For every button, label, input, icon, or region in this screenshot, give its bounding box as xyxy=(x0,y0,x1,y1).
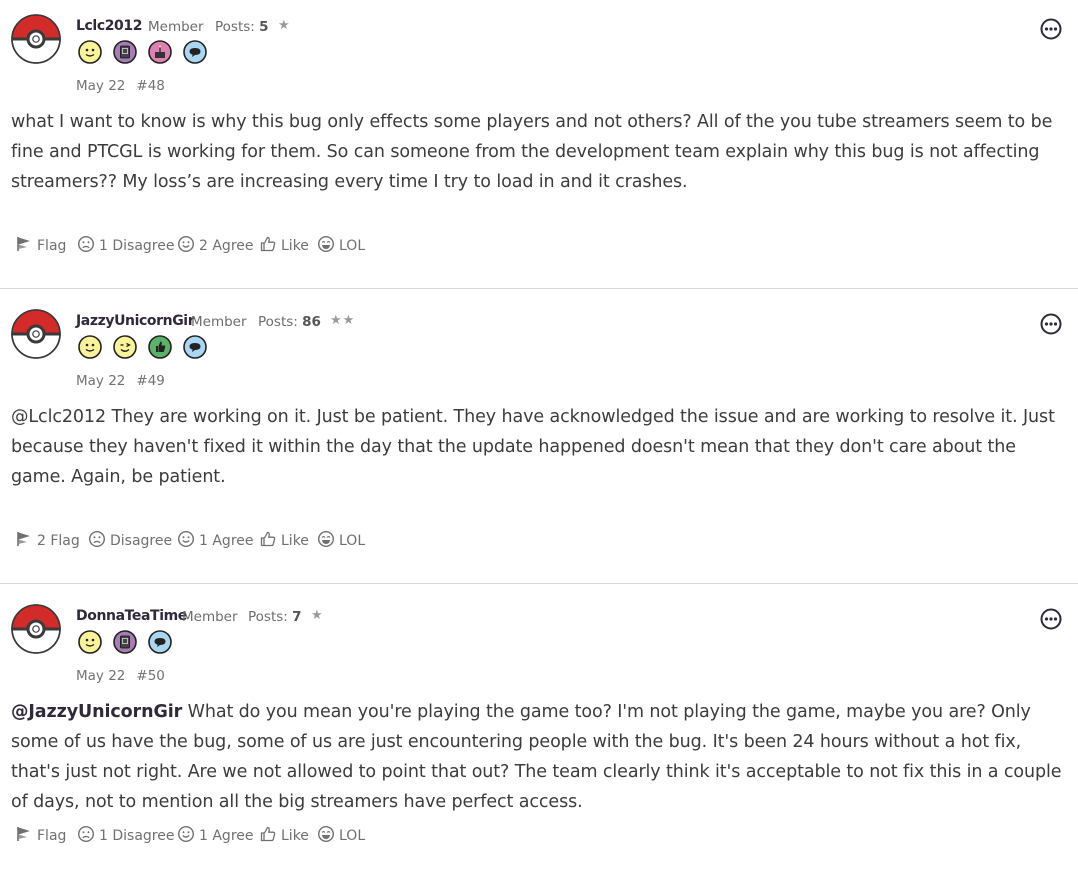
post-count: Posts: 7 xyxy=(248,609,302,625)
pokeball-avatar-icon[interactable] xyxy=(11,14,61,64)
cake-badge-icon[interactable] xyxy=(148,40,172,64)
smile-icon xyxy=(177,235,195,253)
post-body: what I want to know is why this bug only… xyxy=(11,112,1053,192)
book-badge-icon[interactable] xyxy=(113,630,137,654)
speech-badge-icon[interactable] xyxy=(183,335,207,359)
lol-button[interactable]: LOL xyxy=(317,825,365,844)
flag-icon xyxy=(15,825,33,843)
username[interactable]: DonnaTeaTime xyxy=(76,608,187,624)
smile-icon xyxy=(177,825,195,843)
post-date[interactable]: May 22 xyxy=(76,78,125,94)
post-number[interactable]: #49 xyxy=(136,373,165,389)
post-meta: May 22 #50 xyxy=(76,668,165,684)
smiley-badge-icon[interactable] xyxy=(78,40,102,64)
post-body: @Lclc2012 They are working on it. Just b… xyxy=(11,407,1055,487)
pokeball-avatar-icon[interactable] xyxy=(11,604,61,654)
post-meta: May 22 #49 xyxy=(76,373,165,389)
like-button[interactable]: Like xyxy=(259,235,309,254)
flag-button[interactable]: Flag xyxy=(15,825,66,844)
post-options-icon[interactable] xyxy=(1040,313,1062,335)
thumbs-up-icon xyxy=(259,530,277,548)
laugh-icon xyxy=(317,530,335,548)
flag-button[interactable]: Flag xyxy=(15,235,66,254)
smiley-badge-icon[interactable] xyxy=(78,630,102,654)
post-meta: May 22 #48 xyxy=(76,78,165,94)
frown-icon xyxy=(77,235,95,253)
thumbs-up-icon xyxy=(259,235,277,253)
forum-post: JazzyUnicornGir Member Posts: 86 ★★ May … xyxy=(0,295,1078,584)
frown-icon xyxy=(88,530,106,548)
lol-button[interactable]: LOL xyxy=(317,235,365,254)
post-body: @JazzyUnicornGir What do you mean you're… xyxy=(11,697,1071,817)
forum-post: DonnaTeaTime Member Posts: 7 ★ May 22 #50… xyxy=(0,590,1078,888)
agree-button[interactable]: 2 Agree xyxy=(177,235,254,254)
post-number[interactable]: #50 xyxy=(136,668,165,684)
flag-icon xyxy=(15,235,33,253)
post-date[interactable]: May 22 xyxy=(76,373,125,389)
smiley-badge-icon[interactable] xyxy=(78,335,102,359)
disagree-button[interactable]: 1 Disagree xyxy=(77,235,174,254)
username[interactable]: Lclc2012 xyxy=(76,18,142,34)
user-role: Member xyxy=(148,19,204,35)
agree-button[interactable]: 1 Agree xyxy=(177,825,254,844)
post-count: Posts: 86 xyxy=(258,314,321,330)
pokeball-avatar-icon[interactable] xyxy=(11,309,61,359)
rank-stars-icon: ★ xyxy=(278,18,291,33)
disagree-button[interactable]: 1 Disagree xyxy=(77,825,174,844)
thumbs-up-badge-icon[interactable] xyxy=(148,335,172,359)
post-count: Posts: 5 xyxy=(215,19,269,35)
flag-button[interactable]: 2 Flag xyxy=(15,530,80,549)
thumbs-up-icon xyxy=(259,825,277,843)
disagree-button[interactable]: Disagree xyxy=(88,530,172,549)
post-date[interactable]: May 22 xyxy=(76,668,125,684)
user-mention-link[interactable]: @JazzyUnicornGir xyxy=(11,702,182,722)
lol-button[interactable]: LOL xyxy=(317,530,365,549)
rank-stars-icon: ★ xyxy=(311,608,324,623)
book-badge-icon[interactable] xyxy=(113,40,137,64)
laugh-icon xyxy=(317,235,335,253)
forum-post: Lclc2012 Member Posts: 5 ★ May 22 #48 wha… xyxy=(0,0,1078,289)
flag-icon xyxy=(15,530,33,548)
post-options-icon[interactable] xyxy=(1040,18,1062,40)
like-button[interactable]: Like xyxy=(259,530,309,549)
wink-badge-icon[interactable] xyxy=(113,335,137,359)
speech-badge-icon[interactable] xyxy=(148,630,172,654)
frown-icon xyxy=(77,825,95,843)
post-options-icon[interactable] xyxy=(1040,608,1062,630)
agree-button[interactable]: 1 Agree xyxy=(177,530,254,549)
username[interactable]: JazzyUnicornGir xyxy=(76,313,195,329)
user-role: Member xyxy=(191,314,247,330)
user-role: Member xyxy=(182,609,238,625)
post-number[interactable]: #48 xyxy=(136,78,165,94)
smile-icon xyxy=(177,530,195,548)
speech-badge-icon[interactable] xyxy=(183,40,207,64)
like-button[interactable]: Like xyxy=(259,825,309,844)
laugh-icon xyxy=(317,825,335,843)
rank-stars-icon: ★★ xyxy=(330,313,356,328)
